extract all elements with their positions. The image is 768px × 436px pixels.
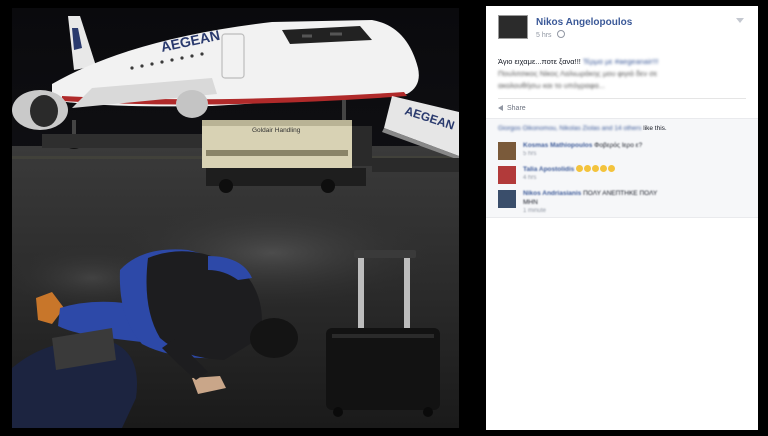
comment-item: Nikos Andriasianis ΠΟΛΥ ΑΝΕΠΤΗΚΕ ΠΟΛΥ ΜΗ…: [498, 188, 750, 216]
comment-body: Kosmas Mathiopoulos Φοβερός Ιερο ε? 5 hr…: [523, 141, 731, 159]
commenter-avatar[interactable]: [498, 190, 516, 208]
post-text-hashtag[interactable]: Τέρμα με #aegeanair!!!: [583, 57, 659, 66]
post-text-line1: Άγιο ειχαμε...ποτε ξανα!!!: [498, 57, 581, 66]
commenter-name[interactable]: Talia Apostolidis: [523, 166, 574, 173]
smile-emoji-icon: [608, 165, 616, 172]
comment-time[interactable]: 1 minute: [523, 207, 731, 216]
comment-time[interactable]: 4 hrs: [523, 174, 731, 183]
post-time: 5 hrs: [536, 32, 552, 39]
comment-time[interactable]: 5 hrs: [523, 150, 731, 159]
comments-list: Kosmas Mathiopoulos Φοβερός Ιερο ε? 5 hr…: [486, 139, 758, 217]
comment-body: Nikos Andriasianis ΠΟΛΥ ΑΝΕΠΤΗΚΕ ΠΟΛΥ ΜΗ…: [523, 189, 731, 216]
photo-illustration: AEGEAN AEGEAN Goldair Handling: [12, 8, 459, 428]
commenter-name[interactable]: Nikos Andriasianis: [523, 190, 581, 197]
commenter-avatar[interactable]: [498, 166, 516, 184]
author-avatar[interactable]: [498, 15, 528, 39]
chevron-down-icon[interactable]: [736, 18, 744, 23]
likers-link[interactable]: Giorgos Oikonomou, Nikolas Ziolas and 14…: [498, 125, 641, 132]
post-text-line3: ακολουθήσω και το υπόγραφα...: [498, 81, 605, 90]
author-name-link[interactable]: Nikos Angelopoulos: [536, 17, 632, 28]
post-photo[interactable]: AEGEAN AEGEAN Goldair Handling: [12, 8, 459, 428]
comment-text-continued: ΜΗΝ: [523, 199, 538, 206]
post-timestamp[interactable]: 5 hrs: [536, 30, 565, 39]
post-header: Nikos Angelopoulos 5 hrs: [486, 6, 758, 42]
share-label: Share: [507, 105, 526, 112]
post-text: Άγιο ειχαμε...ποτε ξανα!!! Τέρμα με #aeg…: [498, 56, 744, 92]
comment-text: Φοβερός Ιερο ε?: [594, 142, 643, 149]
likes-summary: Giorgos Oikonomou, Nikolas Ziolas and 14…: [486, 118, 758, 140]
globe-icon: [556, 30, 565, 38]
post-side-panel: Nikos Angelopoulos 5 hrs Άγιο ειχαμε...π…: [486, 6, 758, 430]
comment-body: Talia Apostolidis 4 hrs: [523, 165, 731, 183]
smile-emoji-icon: [576, 165, 584, 172]
smile-emoji-icon: [584, 165, 592, 172]
commenter-avatar[interactable]: [498, 142, 516, 160]
emoji-row: [576, 165, 616, 173]
commenter-name[interactable]: Kosmas Mathiopoulos: [523, 142, 592, 149]
likes-suffix: like this.: [643, 125, 667, 132]
smile-emoji-icon: [592, 165, 600, 172]
share-icon: [498, 105, 503, 111]
baggage-truck: Goldair Handling: [202, 120, 372, 193]
comment-item: Talia Apostolidis 4 hrs: [498, 164, 750, 188]
share-button[interactable]: Share: [498, 105, 526, 112]
smile-emoji-icon: [600, 165, 608, 172]
truck-label: Goldair Handling: [252, 127, 301, 134]
comment-item: Kosmas Mathiopoulos Φοβερός Ιερο ε? 5 hr…: [498, 140, 750, 164]
comments-bottom-border: [486, 217, 758, 218]
divider: [498, 98, 746, 99]
comment-text: ΠΟΛΥ ΑΝΕΠΤΗΚΕ ΠΟΛΥ: [583, 190, 658, 197]
post-text-line2: Πουλιτσικος Νίκος Λαλιωράκης μου φιγιά δ…: [498, 69, 658, 78]
